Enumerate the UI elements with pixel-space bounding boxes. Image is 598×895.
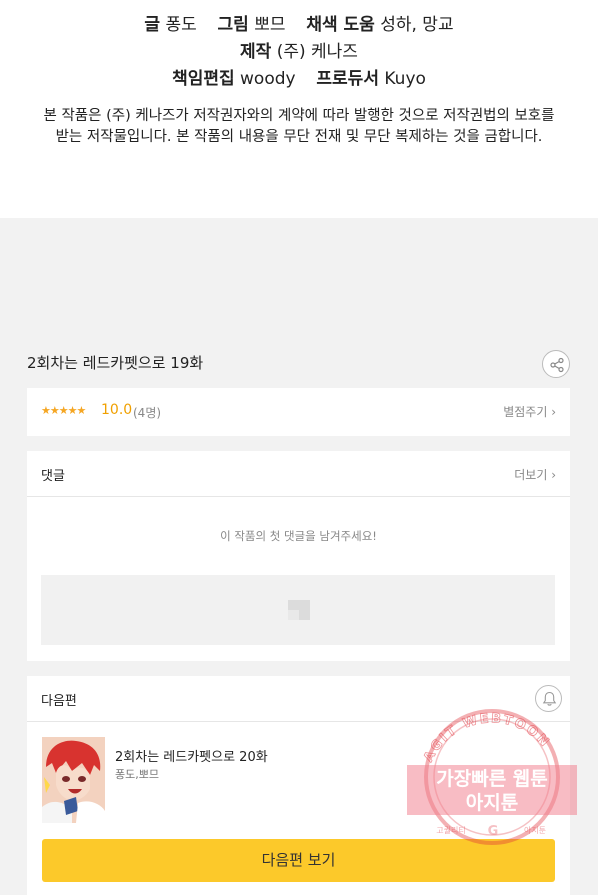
producer-label: 프로듀서 <box>316 69 379 89</box>
comment-more-link[interactable]: 더보기 › <box>514 466 556 483</box>
watermark-line-2: 아지툰 <box>466 792 518 814</box>
thumbnail-art <box>42 737 105 823</box>
episode-header: 2회차는 레드카펫으로 19화 <box>27 350 572 378</box>
art-value: 뽀므 <box>254 15 286 35</box>
color-value: 성하, 망교 <box>380 15 454 35</box>
credit-line-3: 책임편집 woody 프로듀서 Kuyo <box>0 64 598 89</box>
comment-input-box[interactable] <box>41 575 555 645</box>
copyright-line-2: 받는 저작물입니다. 본 작품의 내용을 무단 전재 및 무단 복제하는 것을 … <box>55 129 543 145</box>
rating-score: 10.0 <box>101 402 133 418</box>
rate-button[interactable]: 별점주기 › <box>503 403 556 420</box>
watermark-line-1: 가장빠른 웹툰 <box>436 768 548 790</box>
color-label: 채색 도움 <box>306 15 375 35</box>
editor-label: 책임편집 <box>172 69 235 89</box>
watermark-stamp: AGIT WEBTOON 가장빠른 웹툰 아지툰 고퀄리티 G 아지툰 <box>407 709 577 845</box>
episode-title: 2회차는 레드카펫으로 19화 <box>27 354 204 372</box>
production-value: (주) 케나즈 <box>276 42 358 62</box>
next-episode-section-title: 다음편 <box>41 694 77 709</box>
share-button[interactable] <box>542 350 570 378</box>
editor-value: woody <box>240 69 296 89</box>
next-episode-button[interactable]: 다음편 보기 <box>42 839 555 882</box>
copyright-notice: 본 작품은 (주) 케나즈가 저작권자와의 계약에 따라 발행한 것으로 저작권… <box>20 106 578 148</box>
comment-card: 댓글 더보기 › 이 작품의 첫 댓글을 남겨주세요! <box>27 451 570 661</box>
story-label: 글 <box>144 15 161 35</box>
google-g-icon: G <box>488 824 499 839</box>
comment-header: 댓글 더보기 › <box>27 451 570 497</box>
next-episode-title[interactable]: 2회차는 레드카펫으로 20화 <box>115 746 268 765</box>
rating-count: (4명) <box>133 406 162 420</box>
svg-text:AGIT WEBTOON: AGIT WEBTOON <box>421 711 553 764</box>
comment-placeholder-icon <box>288 600 310 620</box>
watermark-small-right: 아지툰 <box>524 825 546 835</box>
rating-card: ★★★★★ 10.0 (4명) 별점주기 › <box>27 388 570 436</box>
production-label: 제작 <box>240 42 272 62</box>
share-icon <box>550 357 564 373</box>
rating-stars: ★★★★★ <box>41 404 86 417</box>
credit-line-1: 글 퐁도 그림 뽀므 채색 도움 성하, 망교 <box>0 10 598 35</box>
watermark-small-left: 고퀄리티 <box>436 826 465 835</box>
next-episode-authors: 퐁도,뽀므 <box>115 768 159 781</box>
story-value: 퐁도 <box>165 15 197 35</box>
empty-comment-message: 이 작품의 첫 댓글을 남겨주세요! <box>220 529 377 543</box>
credits-section: 글 퐁도 그림 뽀므 채색 도움 성하, 망교 제작 (주) 케나즈 책임편집 … <box>0 0 598 218</box>
producer-value: Kuyo <box>384 69 426 89</box>
comment-title: 댓글 <box>41 469 65 484</box>
credit-line-2: 제작 (주) 케나즈 <box>0 37 598 62</box>
watermark-arc-text: AGIT WEBTOON <box>421 711 551 765</box>
next-episode-thumbnail[interactable] <box>42 737 105 823</box>
art-label: 그림 <box>217 15 249 35</box>
copyright-line-1: 본 작품은 (주) 케나즈가 저작권자와의 계약에 따라 발행한 것으로 저작권… <box>43 108 555 124</box>
